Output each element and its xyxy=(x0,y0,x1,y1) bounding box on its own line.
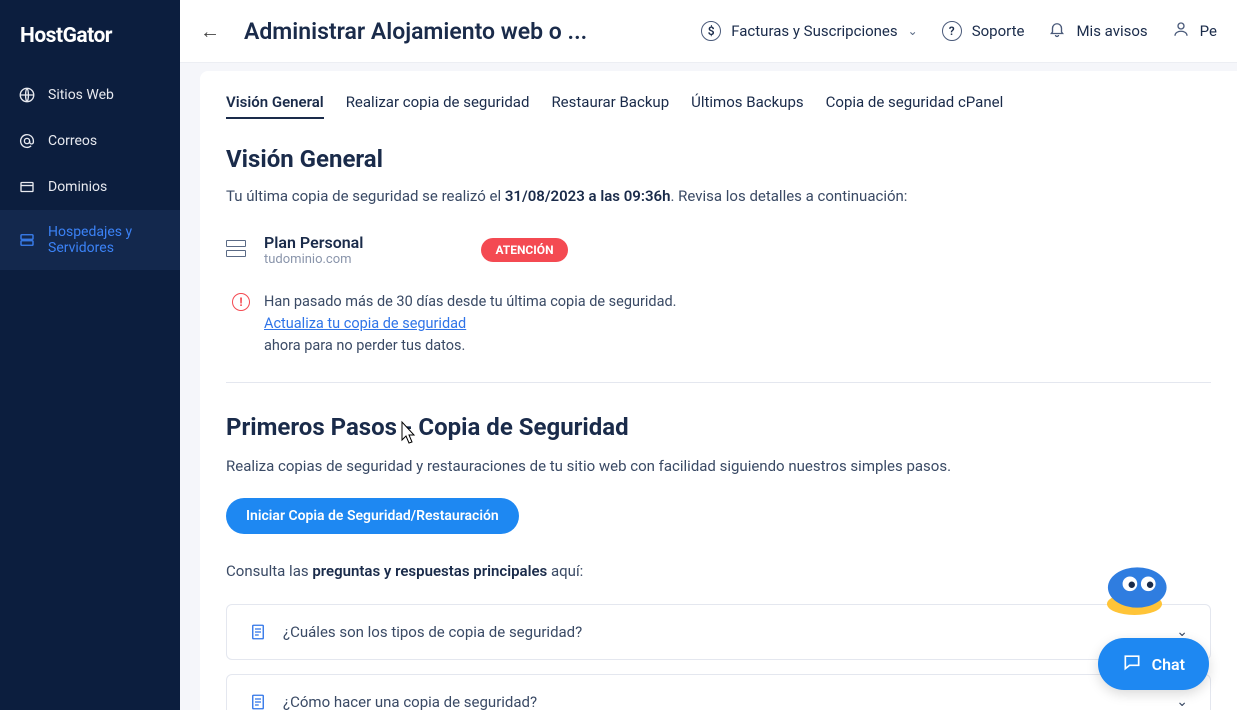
support-label: Soporte xyxy=(972,22,1025,40)
last-backup-text: Tu última copia de seguridad se realizó … xyxy=(226,187,1211,205)
profile-label: Pe xyxy=(1200,22,1217,40)
warning-icon: ! xyxy=(232,293,250,311)
sidebar-item-correos[interactable]: Correos xyxy=(0,118,180,164)
dollar-icon: $ xyxy=(701,21,721,41)
tab-restaurar[interactable]: Restaurar Backup xyxy=(551,93,669,119)
faq-item-1[interactable]: ¿Cuáles son los tipos de copia de seguri… xyxy=(226,604,1211,660)
plan-domain: tudominio.com xyxy=(264,252,363,267)
page-title: Administrar Alojamiento web o ... xyxy=(244,18,587,45)
topbar: ← Administrar Alojamiento web o ... $ Fa… xyxy=(180,0,1237,63)
globe-icon xyxy=(18,86,36,104)
attention-badge: ATENCIÓN xyxy=(481,238,567,262)
main: ← Administrar Alojamiento web o ... $ Fa… xyxy=(180,0,1237,710)
update-backup-link[interactable]: Actualiza tu copia de seguridad xyxy=(264,315,466,332)
steps-heading: Primeros Pasos - Copia de Seguridad xyxy=(226,413,1211,441)
alert-line2: ahora para no perder tus datos. xyxy=(264,335,676,357)
alert-row: ! Han pasado más de 30 días desde tu últ… xyxy=(226,291,1211,356)
sidebar-item-label: Dominios xyxy=(48,179,107,195)
notices-link[interactable]: Mis avisos xyxy=(1048,20,1147,42)
billing-label: Facturas y Suscripciones xyxy=(731,22,897,40)
sidebar-item-label: Hospedajes y Servidores xyxy=(48,224,162,256)
domain-icon xyxy=(18,178,36,196)
chat-button[interactable]: Chat xyxy=(1098,638,1209,690)
chevron-down-icon: ⌄ xyxy=(908,24,918,38)
tabs: Visión General Realizar copia de segurid… xyxy=(226,93,1211,119)
plan-row: Plan Personal tudominio.com ATENCIÓN xyxy=(226,233,1211,267)
tab-realizar-copia[interactable]: Realizar copia de seguridad xyxy=(346,93,530,119)
start-backup-button[interactable]: Iniciar Copia de Seguridad/Restauración xyxy=(226,498,519,534)
tab-cpanel[interactable]: Copia de seguridad cPanel xyxy=(826,93,1004,119)
tab-ultimos-backups[interactable]: Últimos Backups xyxy=(691,93,804,119)
divider xyxy=(226,382,1211,383)
tab-vision-general[interactable]: Visión General xyxy=(226,93,324,119)
profile-link[interactable]: Pe xyxy=(1172,20,1217,42)
faq-text: ¿Cómo hacer una copia de seguridad? xyxy=(283,693,1160,710)
sidebar-item-dominios[interactable]: Dominios xyxy=(0,164,180,210)
plan-name: Plan Personal xyxy=(264,233,363,252)
faq-text: ¿Cuáles son los tipos de copia de seguri… xyxy=(283,623,1160,641)
chevron-down-icon: ⌄ xyxy=(1176,694,1188,710)
support-link[interactable]: ? Soporte xyxy=(942,21,1025,41)
sidebar-item-hospedajes[interactable]: Hospedajes y Servidores xyxy=(0,210,180,270)
document-icon xyxy=(249,623,267,641)
overview-heading: Visión General xyxy=(226,145,1211,173)
alert-line1: Han pasado más de 30 días desde tu últim… xyxy=(264,291,676,313)
faq-intro: Consulta las preguntas y respuestas prin… xyxy=(226,562,1211,580)
sidebar-item-label: Sitios Web xyxy=(48,87,114,103)
question-icon: ? xyxy=(942,21,962,41)
steps-desc: Realiza copias de seguridad y restauraci… xyxy=(226,455,1211,478)
sidebar: HostGator Sitios Web Correos Dominios Ho… xyxy=(0,0,180,710)
brand-logo[interactable]: HostGator xyxy=(0,0,180,72)
user-icon xyxy=(1172,20,1190,42)
chat-label: Chat xyxy=(1152,655,1185,674)
document-icon xyxy=(249,693,267,710)
at-icon xyxy=(18,132,36,150)
mascot-icon xyxy=(1092,560,1177,615)
sidebar-item-sitios-web[interactable]: Sitios Web xyxy=(0,72,180,118)
plan-server-icon xyxy=(226,240,246,260)
back-arrow-icon[interactable]: ← xyxy=(200,19,220,44)
server-icon xyxy=(18,231,36,249)
content-card: Visión General Realizar copia de segurid… xyxy=(200,71,1237,710)
bell-icon xyxy=(1048,20,1066,42)
chat-icon xyxy=(1122,652,1142,676)
faq-item-2[interactable]: ¿Cómo hacer una copia de seguridad? ⌄ xyxy=(226,674,1211,710)
billing-link[interactable]: $ Facturas y Suscripciones ⌄ xyxy=(701,21,917,41)
notices-label: Mis avisos xyxy=(1076,22,1147,40)
sidebar-item-label: Correos xyxy=(48,133,97,149)
